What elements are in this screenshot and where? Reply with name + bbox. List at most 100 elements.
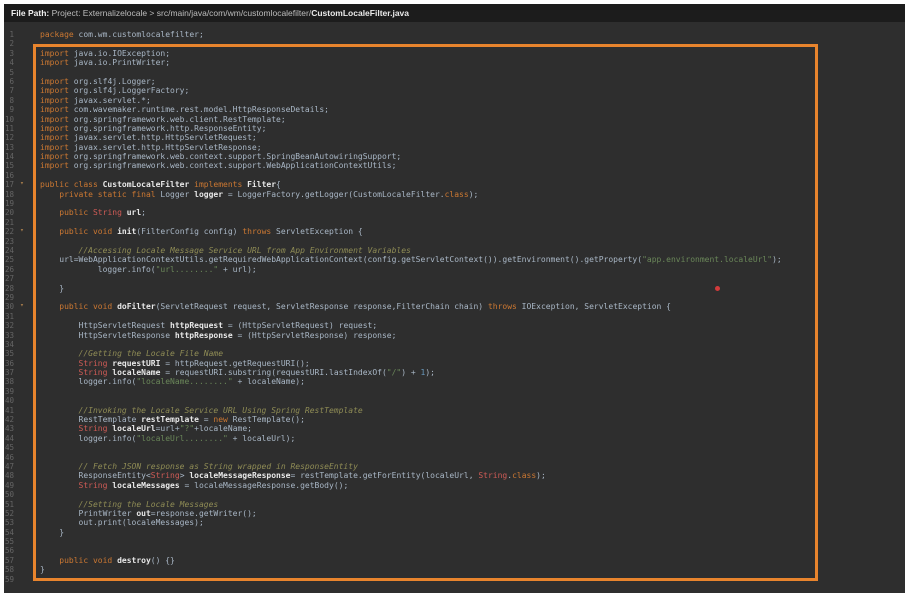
code-line[interactable]: 10import org.springframework.web.client.… [4, 115, 905, 124]
line-number[interactable]: 53 [4, 518, 14, 527]
code-line[interactable]: 34 [4, 340, 905, 349]
line-number[interactable]: 16 [4, 171, 14, 180]
code-line[interactable]: 31 [4, 312, 905, 321]
code-line[interactable]: 41 //Invoking the Locale Service URL Usi… [4, 406, 905, 415]
line-number[interactable]: 44 [4, 434, 14, 443]
line-number[interactable]: 46 [4, 453, 14, 462]
code-line[interactable]: 29 [4, 293, 905, 302]
line-number[interactable]: 19 [4, 199, 14, 208]
code-line[interactable]: 23 [4, 237, 905, 246]
code-line[interactable]: 22▾ public void init(FilterConfig config… [4, 227, 905, 236]
line-number[interactable]: 12 [4, 133, 14, 142]
line-number[interactable]: 6 [4, 77, 14, 86]
code-line[interactable]: 6import org.slf4j.Logger; [4, 77, 905, 86]
line-number[interactable]: 25 [4, 255, 14, 264]
line-number[interactable]: 5 [4, 68, 14, 77]
line-number[interactable]: 42 [4, 415, 14, 424]
line-number[interactable]: 59 [4, 575, 14, 584]
code-line[interactable]: 37 String localeName = requestURI.substr… [4, 368, 905, 377]
line-number[interactable]: 51 [4, 500, 14, 509]
code-line[interactable]: 36 String requestURI = httpRequest.getRe… [4, 359, 905, 368]
code-line[interactable]: 40 [4, 396, 905, 405]
code-line[interactable]: 58} [4, 565, 905, 574]
line-number[interactable]: 39 [4, 387, 14, 396]
code-line[interactable]: 42 RestTemplate restTemplate = new RestT… [4, 415, 905, 424]
code-line[interactable]: 12import javax.servlet.http.HttpServletR… [4, 133, 905, 142]
code-line[interactable]: 57 public void destroy() {} [4, 556, 905, 565]
code-line[interactable]: 15import org.springframework.web.context… [4, 161, 905, 170]
line-number[interactable]: 43 [4, 424, 14, 433]
line-number[interactable]: 20 [4, 208, 14, 217]
code-line[interactable]: 9import com.wavemaker.runtime.rest.model… [4, 105, 905, 114]
code-line[interactable]: 26 logger.info("url........" + url); [4, 265, 905, 274]
code-line[interactable]: 28 } [4, 284, 905, 293]
line-number[interactable]: 18 [4, 190, 14, 199]
line-number[interactable]: 52 [4, 509, 14, 518]
line-number[interactable]: 13 [4, 143, 14, 152]
line-number[interactable]: 28 [4, 284, 14, 293]
code-line[interactable]: 16 [4, 171, 905, 180]
line-number[interactable]: 11 [4, 124, 14, 133]
code-editor[interactable]: 1package com.wm.customlocalefilter;23imp… [4, 25, 905, 593]
line-number[interactable]: 7 [4, 86, 14, 95]
line-number[interactable]: 24 [4, 246, 14, 255]
code-line[interactable]: 52 PrintWriter out=response.getWriter(); [4, 509, 905, 518]
line-number[interactable]: 47 [4, 462, 14, 471]
line-number[interactable]: 1 [4, 30, 14, 39]
code-line[interactable]: 7import org.slf4j.LoggerFactory; [4, 86, 905, 95]
code-line[interactable]: 8import javax.servlet.*; [4, 96, 905, 105]
code-line[interactable]: 11import org.springframework.http.Respon… [4, 124, 905, 133]
line-number[interactable]: 29 [4, 293, 14, 302]
line-number[interactable]: 21 [4, 218, 14, 227]
code-line[interactable]: 14import org.springframework.web.context… [4, 152, 905, 161]
line-number[interactable]: 30 [4, 302, 14, 311]
line-number[interactable]: 31 [4, 312, 14, 321]
line-number[interactable]: 35 [4, 349, 14, 358]
code-line[interactable]: 17▾public class CustomLocaleFilter imple… [4, 180, 905, 189]
code-line[interactable]: 1package com.wm.customlocalefilter; [4, 30, 905, 39]
code-line[interactable]: 46 [4, 453, 905, 462]
code-line[interactable]: 30▾ public void doFilter(ServletRequest … [4, 302, 905, 311]
code-line[interactable]: 44 logger.info("localeUrl........" + loc… [4, 434, 905, 443]
line-number[interactable]: 57 [4, 556, 14, 565]
code-line[interactable]: 25 url=WebApplicationContextUtils.getReq… [4, 255, 905, 264]
line-number[interactable]: 23 [4, 237, 14, 246]
line-number[interactable]: 45 [4, 443, 14, 452]
line-number[interactable]: 48 [4, 471, 14, 480]
code-line[interactable]: 54 } [4, 528, 905, 537]
code-line[interactable]: 47 // Fetch JSON response as String wrap… [4, 462, 905, 471]
line-number[interactable]: 17 [4, 180, 14, 189]
line-number[interactable]: 56 [4, 546, 14, 555]
fold-arrow-icon[interactable]: ▾ [20, 179, 24, 188]
line-number[interactable]: 41 [4, 406, 14, 415]
code-line[interactable]: 38 logger.info("localeName........" + lo… [4, 377, 905, 386]
code-line[interactable]: 59 [4, 575, 905, 584]
code-line[interactable]: 43 String localeUrl=url+"?"+localeName; [4, 424, 905, 433]
code-line[interactable]: 4import java.io.PrintWriter; [4, 58, 905, 67]
line-number[interactable]: 40 [4, 396, 14, 405]
line-number[interactable]: 36 [4, 359, 14, 368]
line-number[interactable]: 37 [4, 368, 14, 377]
line-number[interactable]: 10 [4, 115, 14, 124]
code-line[interactable]: 39 [4, 387, 905, 396]
line-number[interactable]: 49 [4, 481, 14, 490]
line-number[interactable]: 50 [4, 490, 14, 499]
fold-arrow-icon[interactable]: ▾ [20, 301, 24, 310]
code-line[interactable]: 33 HttpServletResponse httpResponse = (H… [4, 331, 905, 340]
code-line[interactable]: 24 //Accessing Locale Message Service UR… [4, 246, 905, 255]
code-line[interactable]: 2 [4, 39, 905, 48]
code-line[interactable]: 56 [4, 546, 905, 555]
code-line[interactable]: 48 ResponseEntity<String> localeMessageR… [4, 471, 905, 480]
code-line[interactable]: 27 [4, 274, 905, 283]
code-line[interactable]: 50 [4, 490, 905, 499]
code-line[interactable]: 51 //Setting the Locale Messages [4, 500, 905, 509]
code-line[interactable]: 5 [4, 68, 905, 77]
code-line[interactable]: 20 public String url; [4, 208, 905, 217]
line-number[interactable]: 2 [4, 39, 14, 48]
code-line[interactable]: 45 [4, 443, 905, 452]
line-number[interactable]: 58 [4, 565, 14, 574]
code-line[interactable]: 49 String localeMessages = localeMessage… [4, 481, 905, 490]
line-number[interactable]: 27 [4, 274, 14, 283]
code-line[interactable]: 19 [4, 199, 905, 208]
code-line[interactable]: 53 out.print(localeMessages); [4, 518, 905, 527]
